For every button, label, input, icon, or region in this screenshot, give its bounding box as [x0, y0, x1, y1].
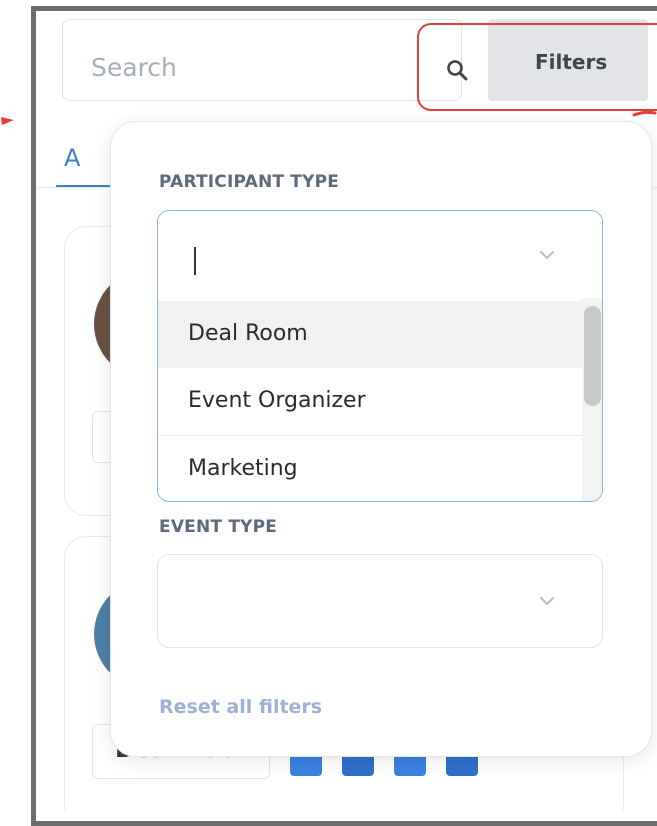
- reset-filters-link[interactable]: Reset all filters: [159, 696, 322, 718]
- chevron-down-icon[interactable]: [538, 592, 556, 610]
- option-label: Event Organizer: [188, 388, 366, 413]
- event-type-select[interactable]: [157, 554, 603, 648]
- filters-panel: PARTICIPANT TYPE Deal Room Event Organiz…: [110, 121, 652, 757]
- participant-type-label: PARTICIPANT TYPE: [159, 172, 340, 192]
- annotation-arrow-mark: [1, 117, 14, 125]
- event-type-label: EVENT TYPE: [159, 517, 278, 537]
- annotation-highlight: [417, 23, 657, 111]
- search-placeholder: Search: [91, 53, 177, 82]
- app-screen: Search Filters A Deal Room PARTICIPANT T…: [36, 11, 657, 811]
- option-deal-room[interactable]: Deal Room: [158, 301, 584, 368]
- option-label: Marketing: [188, 456, 298, 481]
- scrollbar-thumb[interactable]: [584, 306, 601, 406]
- annotation-tail-mark: [632, 110, 657, 117]
- text-caret: [194, 247, 196, 275]
- tab-first[interactable]: A: [64, 144, 80, 172]
- option-marketing[interactable]: Marketing: [158, 436, 584, 501]
- option-label: Deal Room: [188, 321, 308, 346]
- chevron-down-icon[interactable]: [538, 246, 556, 264]
- search-input[interactable]: Search: [62, 19, 468, 101]
- option-event-organizer[interactable]: Event Organizer: [158, 368, 584, 435]
- participant-type-select[interactable]: Deal Room Event Organizer Marketing: [157, 210, 603, 502]
